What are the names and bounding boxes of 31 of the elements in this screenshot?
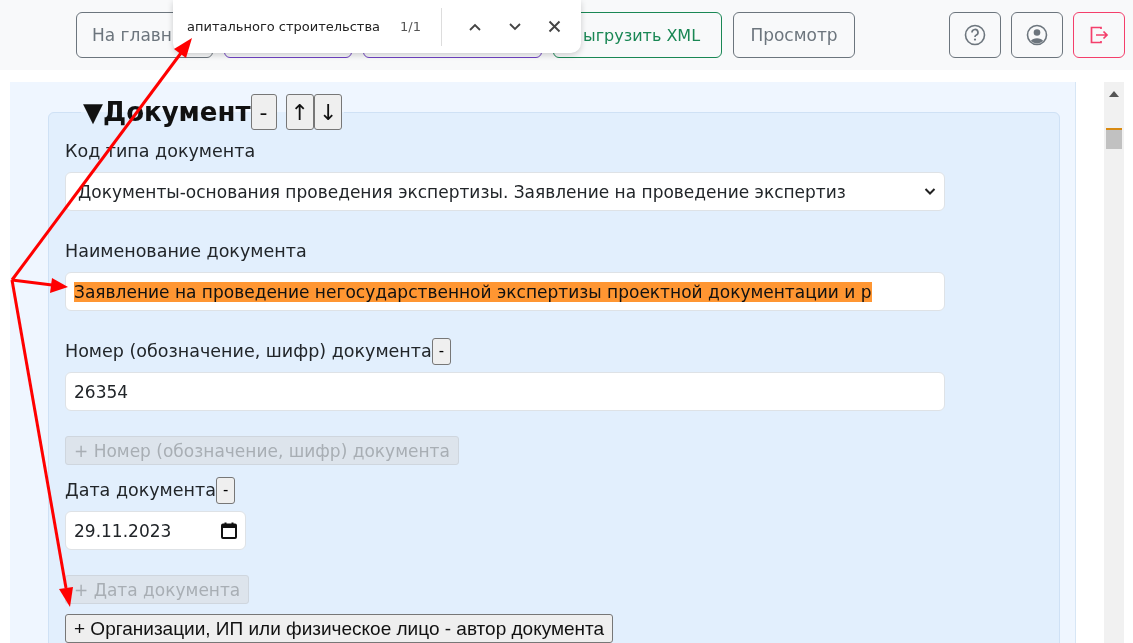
- field-label: Наименование документа: [65, 241, 307, 261]
- text-field[interactable]: Заявление на проведение негосударственной экспертизы проектной документации и р: [65, 272, 945, 311]
- chevron-up-icon[interactable]: [468, 21, 482, 32]
- add-button[interactable]: + Организации, ИП или физическое лицо - автор документа: [65, 614, 614, 643]
- highlighted-text: Заявление на проведение негосударственной экспертизы проектной документации и р: [74, 281, 872, 302]
- user-icon: [1026, 24, 1048, 46]
- section-control-button[interactable]: -: [250, 94, 277, 130]
- scroll-thumb[interactable]: [1106, 128, 1122, 149]
- profile-button[interactable]: [1011, 12, 1063, 58]
- select-field[interactable]: Документы-основания проведения экспертизы. Заявление на проведение экспертиз: [65, 172, 945, 211]
- close-icon[interactable]: [548, 20, 561, 33]
- field-value: 26354: [74, 381, 129, 402]
- toolbar-button[interactable]: Просмотр: [733, 12, 855, 58]
- chevron-down-icon: [924, 187, 936, 196]
- remove-button[interactable]: -: [215, 476, 236, 504]
- help-icon: [964, 24, 986, 46]
- field-label: Номер (обозначение, шифр) документа: [65, 341, 432, 361]
- section-control-button[interactable]: ↓: [313, 94, 343, 130]
- logout-button[interactable]: [1073, 12, 1125, 58]
- match-count: 1/1: [400, 19, 421, 34]
- section-control-button[interactable]: ↑: [285, 94, 314, 130]
- field-label: Дата документа: [65, 480, 216, 500]
- remove-button[interactable]: -: [431, 337, 452, 365]
- date-field[interactable]: 29.11.2023: [65, 511, 246, 550]
- text-field[interactable]: 26354: [65, 372, 945, 411]
- scrollbar[interactable]: [1104, 82, 1124, 643]
- calendar-icon[interactable]: [221, 522, 237, 539]
- help-button[interactable]: [949, 12, 1001, 58]
- chevron-down-icon[interactable]: [508, 21, 522, 32]
- scroll-up-icon[interactable]: [1109, 91, 1119, 97]
- logout-icon: [1088, 24, 1110, 46]
